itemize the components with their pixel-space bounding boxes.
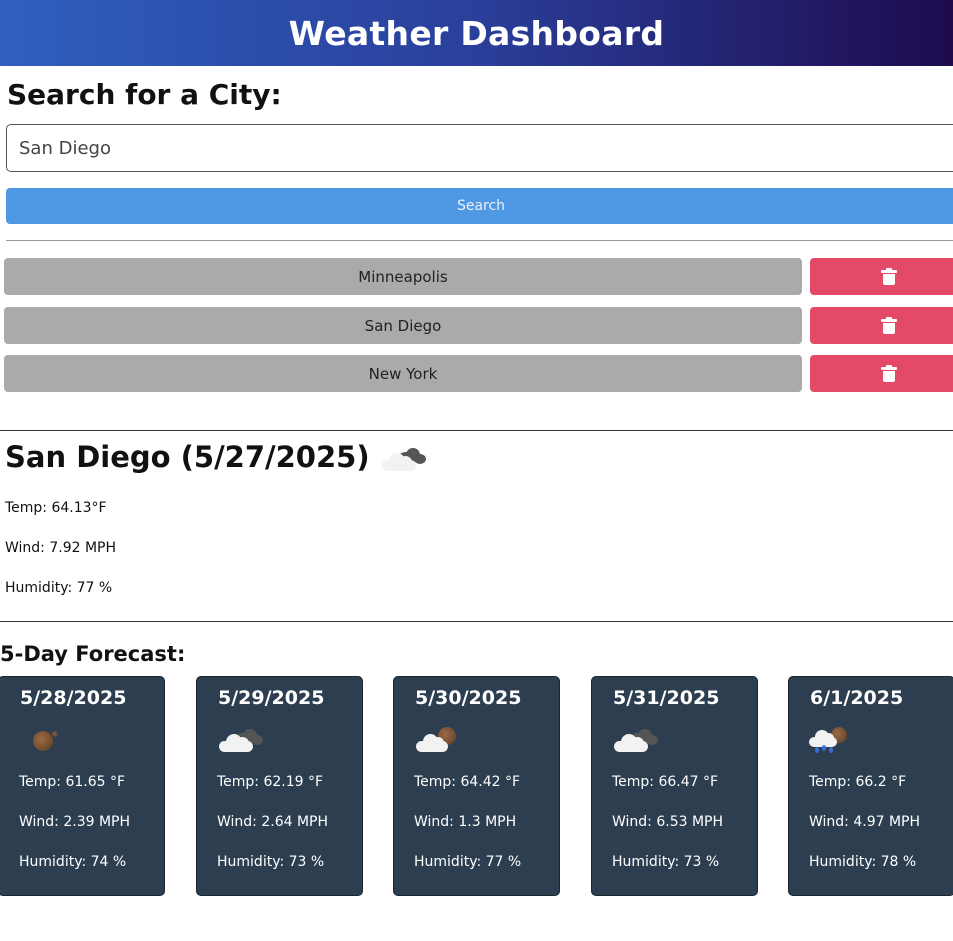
- forecast-wind: Wind: 1.3 MPH: [414, 814, 517, 830]
- forecast-wind: Wind: 2.39 MPH: [19, 814, 131, 830]
- forecast-divider: [0, 621, 953, 622]
- forecast-card: 5/28/2025 Temp: 61.65 °F Wind: 2.39 MPH …: [0, 676, 165, 896]
- broken-clouds-icon: [380, 442, 426, 472]
- forecast-date: 5/31/2025: [613, 687, 720, 709]
- search-button[interactable]: Search: [6, 188, 953, 224]
- forecast-wind: Wind: 6.53 MPH: [612, 814, 724, 830]
- forecast-humidity: Humidity: 74 %: [19, 854, 127, 870]
- trash-icon: [881, 364, 897, 382]
- forecast-heading: 5-Day Forecast:: [0, 642, 186, 666]
- trash-icon: [881, 267, 897, 285]
- forecast-date: 5/28/2025: [20, 687, 127, 709]
- delete-city-button[interactable]: [810, 258, 953, 295]
- current-wind: Wind: 7.92 MPH: [5, 540, 117, 556]
- forecast-date: 5/29/2025: [218, 687, 325, 709]
- forecast-humidity: Humidity: 73 %: [612, 854, 720, 870]
- forecast-date: 6/1/2025: [810, 687, 904, 709]
- history-city-button-minneapolis[interactable]: Minneapolis: [4, 258, 802, 295]
- current-weather-heading: San Diego (5/27/2025): [5, 440, 426, 474]
- delete-city-button[interactable]: [810, 355, 953, 392]
- history-city-button-new-york[interactable]: New York: [4, 355, 802, 392]
- forecast-card: 5/29/2025 Temp: 62.19 °F Wind: 2.64 MPH …: [196, 676, 363, 896]
- rain-night-icon: [809, 725, 861, 755]
- forecast-temp: Temp: 62.19 °F: [217, 774, 324, 790]
- current-humidity: Humidity: 77 %: [5, 580, 113, 596]
- app-header: Weather Dashboard: [0, 0, 953, 66]
- forecast-humidity: Humidity: 77 %: [414, 854, 522, 870]
- forecast-card: 5/30/2025 Temp: 64.42 °F Wind: 1.3 MPH H…: [393, 676, 560, 896]
- forecast-temp: Temp: 66.2 °F: [809, 774, 907, 790]
- forecast-temp: Temp: 64.42 °F: [414, 774, 521, 790]
- city-search-input[interactable]: [6, 124, 953, 172]
- forecast-humidity: Humidity: 78 %: [809, 854, 917, 870]
- forecast-card: 6/1/2025 Temp: 66.2 °F Wind: 4.97 MPH Hu…: [788, 676, 953, 896]
- search-heading: Search for a City:: [7, 78, 282, 111]
- page-title: Weather Dashboard: [288, 13, 665, 53]
- clear-night-icon: [23, 725, 71, 755]
- current-divider: [0, 430, 953, 431]
- history-city-button-san-diego[interactable]: San Diego: [4, 307, 802, 344]
- forecast-wind: Wind: 2.64 MPH: [217, 814, 329, 830]
- broken-clouds-icon: [219, 725, 269, 755]
- search-divider: [6, 240, 953, 241]
- forecast-temp: Temp: 66.47 °F: [612, 774, 719, 790]
- forecast-humidity: Humidity: 73 %: [217, 854, 325, 870]
- forecast-wind: Wind: 4.97 MPH: [809, 814, 921, 830]
- forecast-temp: Temp: 61.65 °F: [19, 774, 126, 790]
- trash-icon: [881, 316, 897, 334]
- current-city-date: San Diego (5/27/2025): [5, 440, 370, 474]
- few-clouds-night-icon: [416, 725, 466, 755]
- forecast-date: 5/30/2025: [415, 687, 522, 709]
- broken-clouds-icon: [614, 725, 664, 755]
- forecast-card: 5/31/2025 Temp: 66.47 °F Wind: 6.53 MPH …: [591, 676, 758, 896]
- delete-city-button[interactable]: [810, 307, 953, 344]
- current-temp: Temp: 64.13°F: [5, 500, 107, 516]
